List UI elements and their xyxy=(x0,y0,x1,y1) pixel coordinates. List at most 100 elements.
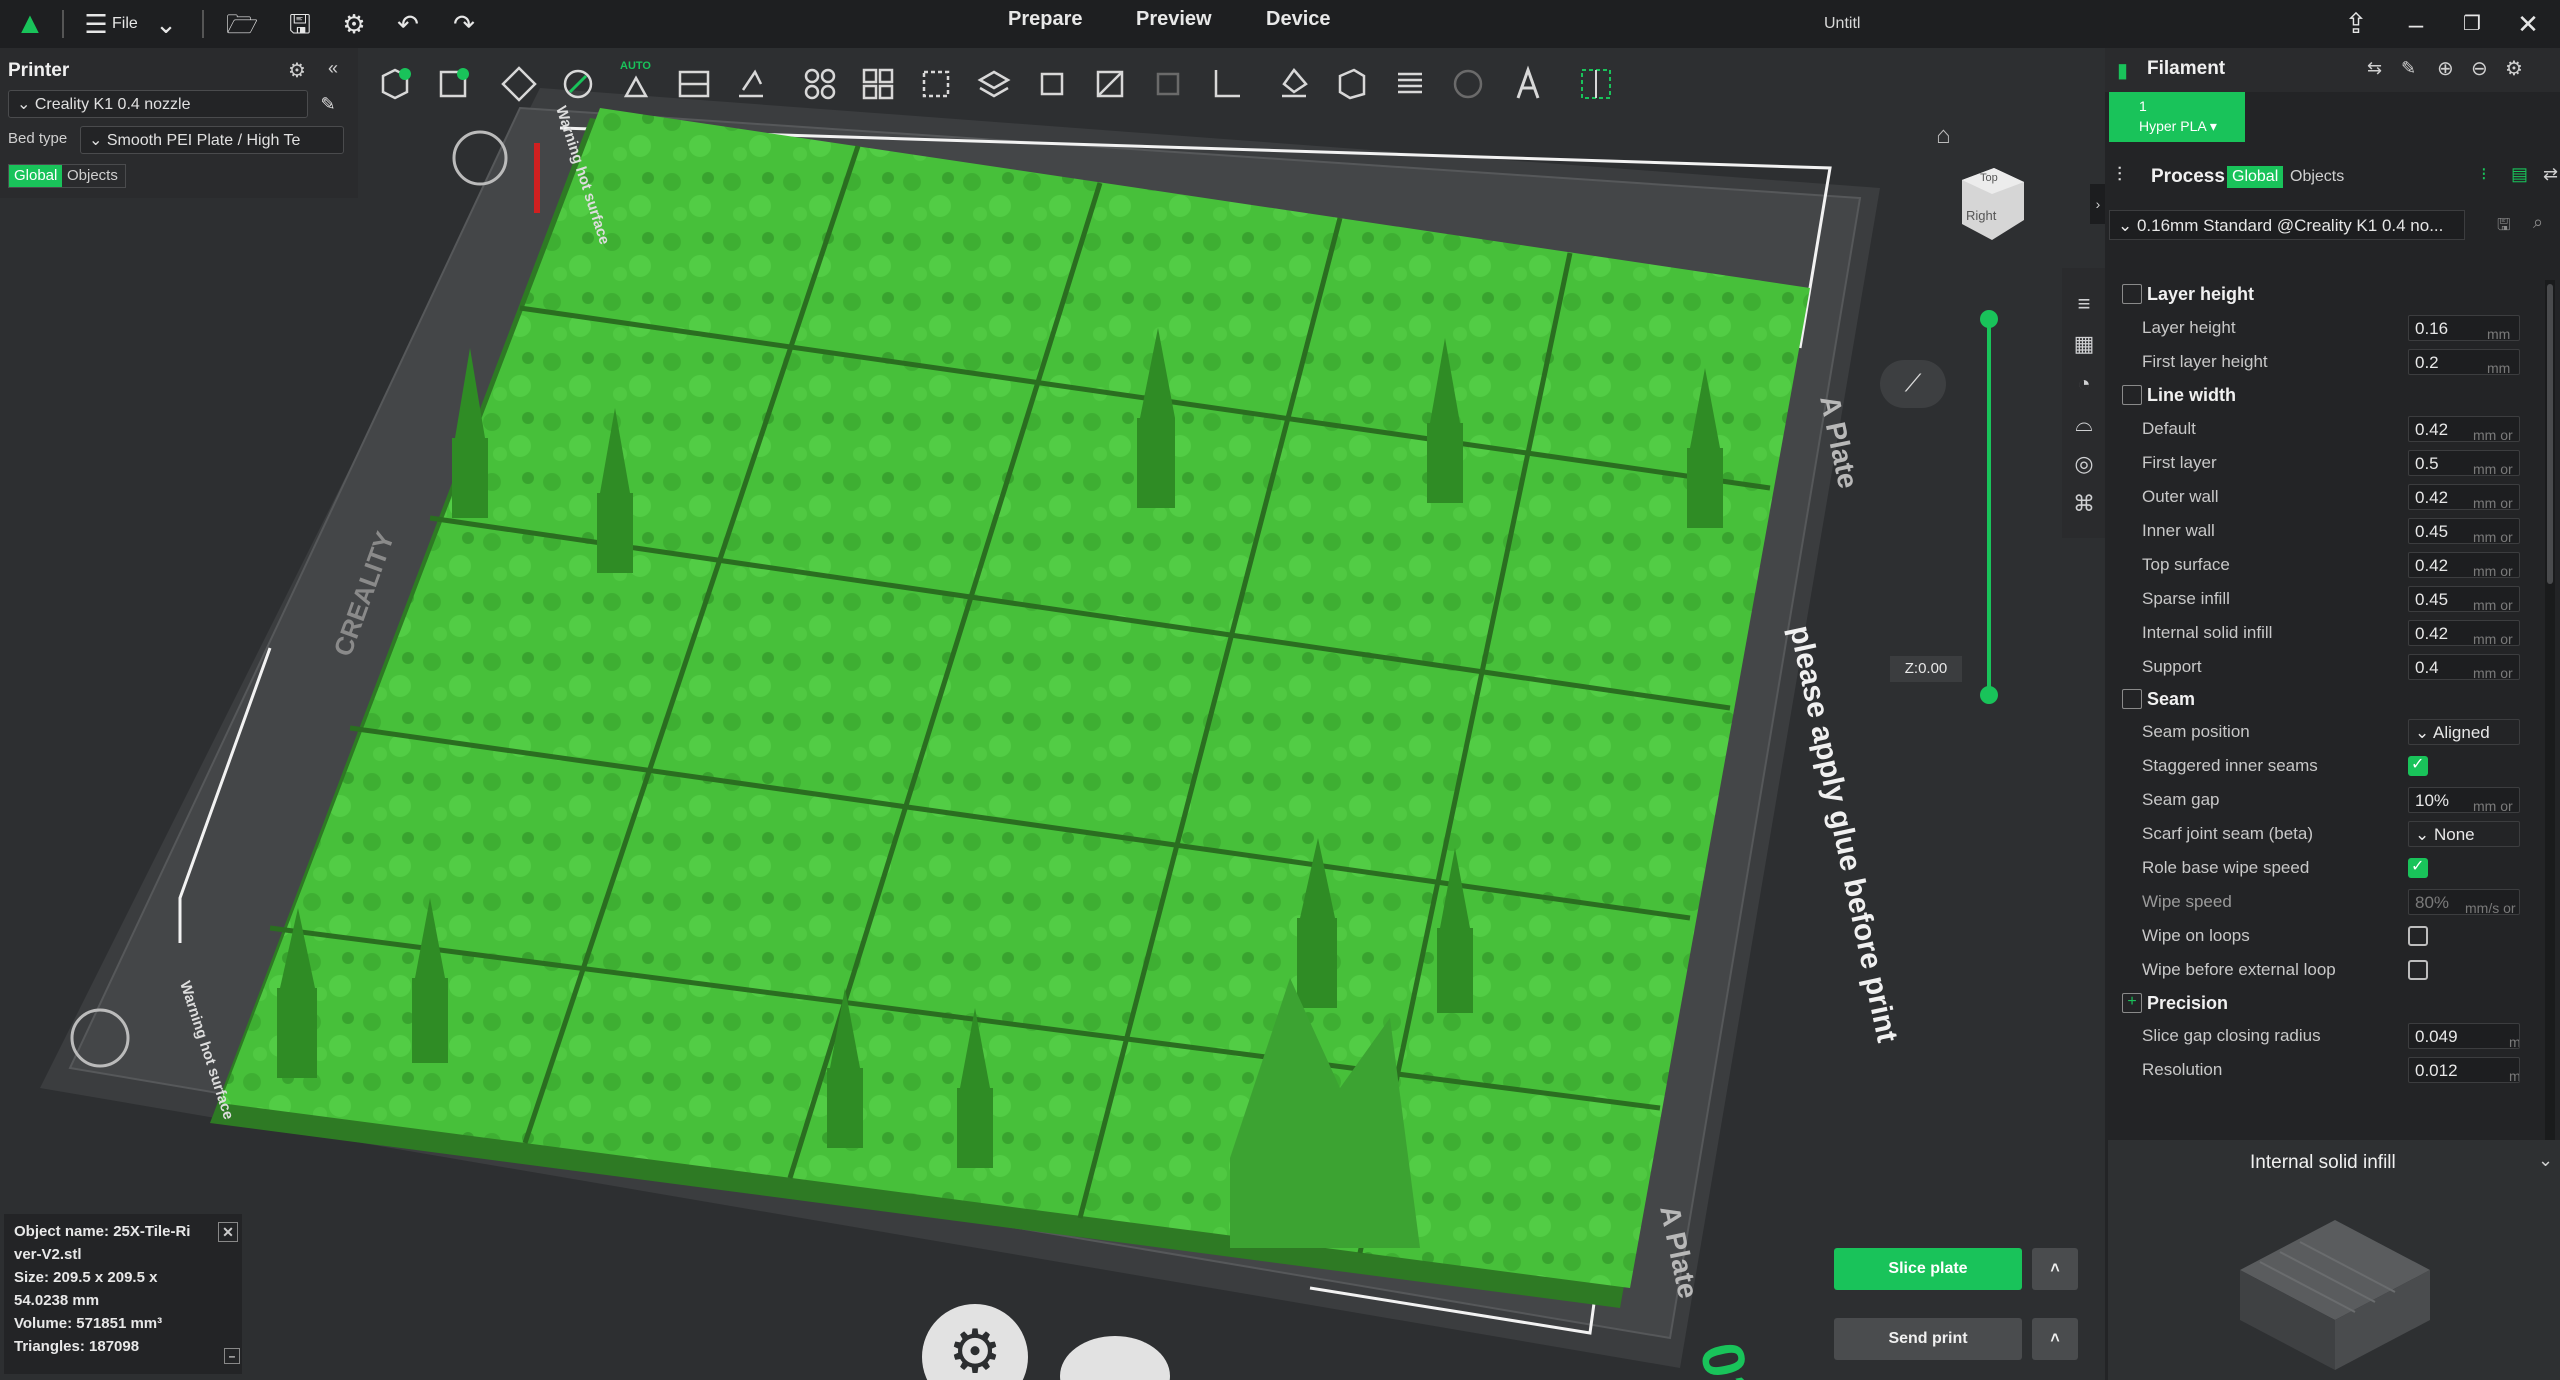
wipe-before-external-loop-checkbox[interactable] xyxy=(2408,960,2428,980)
lay-on-face-icon[interactable] xyxy=(729,62,773,106)
support-paint-icon[interactable] xyxy=(1272,62,1316,106)
line-width-sparse-infill-input[interactable]: 0.45 mm or xyxy=(2408,586,2520,612)
line-width-support-input[interactable]: 0.4 mm or xyxy=(2408,654,2520,680)
target-icon[interactable]: ◎ xyxy=(2070,450,2098,478)
collapse-icon[interactable]: « xyxy=(328,58,338,79)
add-filament-icon[interactable]: ⊕ xyxy=(2437,56,2454,81)
filament-slot[interactable]: 1 Hyper PLA ▾ xyxy=(2109,92,2245,142)
reset-icon[interactable]: ⇄ xyxy=(2543,164,2558,185)
printer-select[interactable]: ⌄ Creality K1 0.4 nozzle xyxy=(8,90,308,118)
close-icon[interactable]: ✕ xyxy=(2512,8,2544,40)
group-seam[interactable]: Seam xyxy=(2147,689,2195,710)
orient-icon[interactable] xyxy=(497,62,541,106)
text-tool-icon[interactable] xyxy=(1506,62,1550,106)
advanced-toggle-icon[interactable]: ⁝ xyxy=(2481,164,2487,185)
wipe-on-loops-checkbox[interactable] xyxy=(2408,926,2428,946)
edit-filament-icon[interactable]: ✎ xyxy=(2401,58,2416,79)
line-width-inner-wall-input[interactable]: 0.45 mm or xyxy=(2408,518,2520,544)
tab-preview[interactable]: Preview xyxy=(1136,8,1212,31)
gear-icon[interactable]: ⚙ xyxy=(288,58,306,83)
resolution-input[interactable]: 0.012 m xyxy=(2408,1057,2520,1083)
role-base-wipe-speed-checkbox[interactable]: ✓ xyxy=(2408,858,2428,878)
scarf-joint-seam-select[interactable]: ⌄ None xyxy=(2408,821,2520,847)
filament-slot-name[interactable]: Hyper PLA ▾ xyxy=(2139,118,2217,135)
cloud-upload-icon[interactable]: ⇪ xyxy=(2340,8,2372,40)
rotate-icon[interactable] xyxy=(1030,62,1074,106)
sync-icon[interactable]: ⇆ xyxy=(2367,58,2382,79)
chevron-down-icon[interactable]: ⌄ xyxy=(2538,1150,2553,1171)
send-print-button[interactable]: Send print xyxy=(1834,1318,2022,1360)
group-layer-height[interactable]: Layer height xyxy=(2147,284,2254,305)
process-scope-objects[interactable]: Objects xyxy=(2285,166,2349,188)
add-plate-icon[interactable] xyxy=(431,62,475,106)
boolean-icon[interactable] xyxy=(1146,62,1190,106)
scale-icon[interactable] xyxy=(914,62,958,106)
save-icon[interactable]: 🖫 xyxy=(284,8,316,40)
move-icon[interactable] xyxy=(972,62,1016,106)
line-width-internal-solid-infill-input[interactable]: 0.42 mm or xyxy=(2408,620,2520,646)
line-width-default-input[interactable]: 0.42 mm or xyxy=(2408,416,2520,442)
support-icon[interactable]: ⌓ xyxy=(2070,410,2098,438)
seam-position-select[interactable]: ⌄ Aligned xyxy=(2408,719,2520,745)
scope-objects-button[interactable]: Objects xyxy=(62,165,123,187)
compare-icon[interactable]: ▤ xyxy=(2511,164,2528,185)
staggered-inner-seams-checkbox[interactable]: ✓ xyxy=(2408,756,2428,776)
close-icon[interactable]: ✕ xyxy=(218,1222,238,1242)
speed-icon[interactable]: ◔ xyxy=(2070,370,2098,398)
tab-device[interactable]: Device xyxy=(1266,8,1331,31)
restore-icon[interactable]: ❐ xyxy=(2456,8,2488,40)
bed-type-select[interactable]: ⌄ Smooth PEI Plate / High Te xyxy=(80,126,344,154)
minimize-icon[interactable]: – xyxy=(2400,8,2432,40)
add-object-icon[interactable] xyxy=(373,62,417,106)
tab-prepare[interactable]: Prepare xyxy=(1008,8,1083,31)
send-options-button[interactable]: ˄ xyxy=(2032,1318,2078,1360)
layout-grid-icon[interactable] xyxy=(798,62,842,106)
gear-icon[interactable]: ⚙ xyxy=(2505,56,2523,81)
3d-viewport[interactable]: A Plate please apply glue before print A… xyxy=(0,48,2105,1380)
variable-layer-icon[interactable] xyxy=(1388,62,1432,106)
edit-printer-icon[interactable]: ✎ xyxy=(314,90,342,118)
layer-slider-bottom-handle[interactable] xyxy=(1980,686,1998,704)
color-paint-icon[interactable] xyxy=(1446,62,1490,106)
line-width-first-layer-input[interactable]: 0.5 mm or xyxy=(2408,450,2520,476)
wipe-speed-input[interactable]: 80% mm/s or xyxy=(2408,889,2520,915)
view-cube[interactable]: Top Right xyxy=(1958,164,2024,244)
save-preset-icon[interactable]: 🖫 xyxy=(2497,214,2511,241)
split-objects-icon[interactable] xyxy=(856,62,900,106)
open-folder-icon[interactable]: 🗁 xyxy=(226,8,258,40)
remove-filament-icon[interactable]: ⊖ xyxy=(2471,56,2488,81)
layer-slider-track[interactable] xyxy=(1987,320,1991,700)
layer-slider-top-handle[interactable] xyxy=(1980,310,1998,328)
grid-icon[interactable]: ▦ xyxy=(2070,330,2098,358)
scope-global-button[interactable]: Global xyxy=(9,165,63,187)
collapse-icon[interactable]: – xyxy=(224,1348,240,1364)
undo-icon[interactable]: ↶ xyxy=(392,8,424,40)
process-scope-global[interactable]: Global xyxy=(2227,166,2284,188)
file-menu-label[interactable]: File xyxy=(112,15,138,33)
process-preset-select[interactable]: ⌄ 0.16mm Standard @Creality K1 0.4 no... xyxy=(2109,210,2465,240)
measure-icon[interactable] xyxy=(1204,62,1248,106)
split-plates-icon[interactable] xyxy=(672,62,716,106)
redo-icon[interactable]: ↷ xyxy=(448,8,480,40)
line-width-outer-wall-input[interactable]: 0.42 mm or xyxy=(2408,484,2520,510)
slice-plate-button[interactable]: Slice plate xyxy=(1834,1248,2022,1290)
auto-orient-icon[interactable] xyxy=(556,62,600,106)
slice-options-button[interactable]: ˄ xyxy=(2032,1248,2078,1290)
home-view-icon[interactable]: ⌂ xyxy=(1936,122,1951,150)
first-layer-height-input[interactable]: 0.2 mm xyxy=(2408,349,2520,375)
gear-icon[interactable]: ⚙ xyxy=(338,8,370,40)
align-icon[interactable]: ≡ xyxy=(2070,290,2098,318)
group-precision[interactable]: Precision xyxy=(2147,993,2228,1014)
seam-paint-icon[interactable] xyxy=(1330,62,1374,106)
cut-icon[interactable] xyxy=(1088,62,1132,106)
menu-icon[interactable]: ☰ xyxy=(80,8,112,40)
layer-height-input[interactable]: 0.16 mm xyxy=(2408,315,2520,341)
assembly-icon[interactable] xyxy=(1574,62,1618,106)
wrench-icon[interactable]: ⟋ xyxy=(1880,360,1946,408)
slice-gap-closing-radius-input[interactable]: 0.049 m xyxy=(2408,1023,2520,1049)
search-icon[interactable]: ⌕ xyxy=(2533,212,2543,233)
expand-panel-icon[interactable]: › xyxy=(2090,184,2106,224)
group-line-width[interactable]: Line width xyxy=(2147,385,2236,406)
arrange-icon[interactable] xyxy=(614,62,658,106)
chevron-down-icon[interactable]: ⌄ xyxy=(150,8,182,40)
